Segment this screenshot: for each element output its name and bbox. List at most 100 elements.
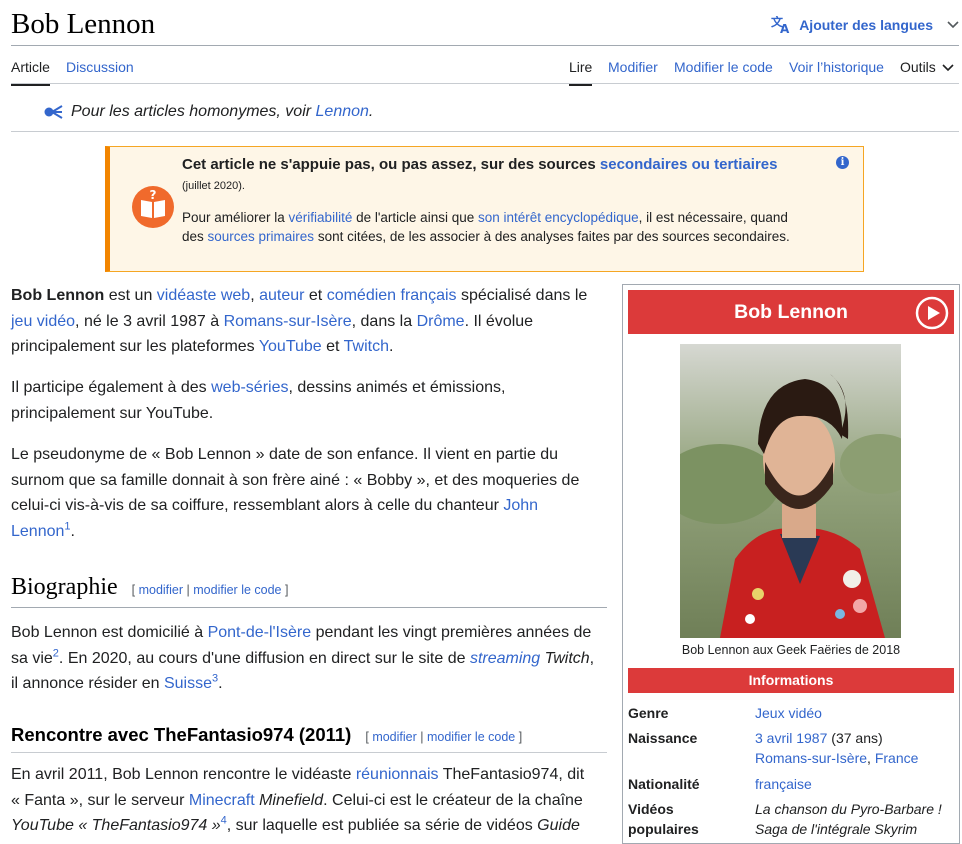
text: , xyxy=(250,287,260,304)
text: Minefield xyxy=(254,791,324,809)
edit-links: [ modifier | modifier le code ] xyxy=(365,730,523,744)
link-romans[interactable]: Romans-sur-Isère xyxy=(224,313,352,330)
svg-text:?: ? xyxy=(150,188,157,202)
intro-paragraph-2: Il participe également à des web-séries,… xyxy=(11,375,596,426)
row-value: La chanson du Pyro-Barbare ! xyxy=(755,801,942,817)
subject-name: Bob Lennon xyxy=(11,287,105,304)
text: , sur laquelle est publiée sa série de v… xyxy=(226,817,538,834)
edit-section-link[interactable]: modifier xyxy=(139,583,183,597)
tab-discussion[interactable]: Discussion xyxy=(66,59,134,75)
tab-edit[interactable]: Modifier xyxy=(608,59,658,75)
biographie-paragraph: Bob Lennon est domicilié à Pont-de-l'Isè… xyxy=(11,620,596,697)
infobox-section-header: Informations xyxy=(628,668,954,693)
row-label: Naissance xyxy=(628,730,698,746)
infobox-title: Bob Lennon xyxy=(628,290,954,334)
link-streaming[interactable]: streaming xyxy=(470,650,540,667)
link-suisse[interactable]: Suisse xyxy=(164,675,212,692)
text: . xyxy=(70,522,75,540)
page-tabs: Article Discussion Lire Modifier Modifie… xyxy=(11,46,959,86)
edit-links: [ modifier | modifier le code ] xyxy=(131,583,289,597)
info-icon[interactable]: i xyxy=(836,156,849,169)
portrait-photo[interactable] xyxy=(680,344,901,638)
text: , né le 3 avril 1987 à xyxy=(75,312,224,330)
section-title: Biographie xyxy=(11,574,118,600)
link-reunionnais[interactable]: réunionnais xyxy=(356,766,439,783)
edit-source-section-link[interactable]: modifier le code xyxy=(427,730,515,744)
text: Il participe également à des xyxy=(11,379,212,396)
separator: , xyxy=(867,750,875,766)
secondary-sources-link[interactable]: secondaires ou tertiaires xyxy=(600,156,778,173)
add-languages-button[interactable]: 文A Ajouter des langues xyxy=(771,16,959,34)
link-youtube[interactable]: YouTube xyxy=(259,338,322,355)
book-question-icon: ? xyxy=(131,185,175,234)
banner-text-4: sont citées, de les associer à des analy… xyxy=(314,228,790,244)
row-value-link[interactable]: française xyxy=(755,776,812,792)
row-label: Vidéos populaires xyxy=(628,801,699,837)
row-label: Genre xyxy=(628,705,669,721)
hatnote-text: Pour les articles homonymes, voir Lennon… xyxy=(71,103,373,121)
intro-paragraph-3: Le pseudonyme de « Bob Lennon » date de … xyxy=(11,442,596,544)
birthplace-link[interactable]: Romans-sur-Isère xyxy=(755,750,867,766)
rencontre-paragraph: En avril 2011, Bob Lennon rencontre le v… xyxy=(11,762,596,839)
text: Twitch xyxy=(540,649,590,667)
tools-menu[interactable]: Outils xyxy=(900,59,954,75)
row-value: Saga de l'intégrale Skyrim xyxy=(755,821,918,837)
text: . En 2020, au cours d'une diffusion en d… xyxy=(58,649,470,667)
banner-text-1: Pour améliorer la xyxy=(182,210,289,225)
hatnote-prefix: Pour les articles homonymes, voir xyxy=(71,103,316,120)
tab-read[interactable]: Lire xyxy=(569,59,593,86)
edit-section-link[interactable]: modifier xyxy=(372,730,416,744)
text: YouTube « TheFantasio974 » xyxy=(11,817,221,834)
sources-warning-banner: ? Cet article ne s'appuie pas, ou pas as… xyxy=(105,146,864,272)
row-label: Nationalité xyxy=(628,776,700,792)
edit-source-section-link[interactable]: modifier le code xyxy=(193,583,281,597)
text: , dans la xyxy=(351,312,417,330)
link-twitch[interactable]: Twitch xyxy=(344,338,389,355)
tab-history[interactable]: Voir l’historique xyxy=(789,59,884,75)
banner-text-2: de l'article ainsi que xyxy=(352,210,478,225)
text: . xyxy=(218,675,223,692)
banner-body: Pour améliorer la vérifiabilité de l'art… xyxy=(182,209,802,246)
tools-label: Outils xyxy=(900,59,936,75)
link-videaste-web[interactable]: vidéaste web xyxy=(157,287,250,304)
link-comedien[interactable]: comédien français xyxy=(327,287,457,304)
hatnote-link[interactable]: Lennon xyxy=(316,103,369,120)
encyclopedic-interest-link[interactable]: son intérêt encyclopédique xyxy=(478,210,639,225)
tab-article[interactable]: Article xyxy=(11,59,50,86)
link-drome[interactable]: Drôme xyxy=(417,313,465,330)
text: En avril 2011, Bob Lennon rencontre le v… xyxy=(11,766,356,783)
birth-date-link[interactable]: 3 avril 1987 xyxy=(755,730,827,746)
disambiguation-icon xyxy=(43,104,65,125)
row-value-link[interactable]: Jeux vidéo xyxy=(755,705,822,721)
link-auteur[interactable]: auteur xyxy=(259,287,304,304)
text: . Celui-ci est le créateur de la chaîne xyxy=(323,791,583,809)
link-jeu-video[interactable]: jeu vidéo xyxy=(11,313,75,330)
text: Le pseudonyme de « Bob Lennon » date de … xyxy=(11,446,580,514)
page-title: Bob Lennon xyxy=(11,8,156,40)
text: et xyxy=(304,287,327,304)
link-minecraft[interactable]: Minecraft xyxy=(189,792,255,809)
translate-icon: 文A xyxy=(771,16,793,34)
text: est un xyxy=(104,287,157,304)
text: et xyxy=(321,338,344,355)
banner-date: (juillet 2020). xyxy=(182,180,245,192)
text: Bob Lennon est domicilié à xyxy=(11,624,208,641)
chevron-down-icon xyxy=(942,59,954,75)
section-heading-rencontre: Rencontre avec TheFantasio974 (2011) [ mo… xyxy=(11,724,607,753)
age-text: (37 ans) xyxy=(827,730,883,746)
svg-text:A: A xyxy=(780,22,790,34)
link-web-series[interactable]: web-séries xyxy=(211,379,288,396)
primary-sources-link[interactable]: sources primaires xyxy=(208,229,315,244)
tab-edit-source[interactable]: Modifier le code xyxy=(674,59,773,75)
infobox: Bob Lennon Bob Lennon aux Geek Faëries d… xyxy=(622,284,960,844)
hatnote: Pour les articles homonymes, voir Lennon… xyxy=(11,96,959,132)
chevron-down-icon xyxy=(947,21,959,29)
banner-heading: Cet article ne s'appuie pas, ou pas asse… xyxy=(182,156,822,173)
link-pont-de-l-isere[interactable]: Pont-de-l'Isère xyxy=(208,624,312,641)
play-icon[interactable] xyxy=(915,296,949,346)
banner-heading-text: Cet article ne s'appuie pas, ou pas asse… xyxy=(182,156,600,173)
country-link[interactable]: France xyxy=(875,750,919,766)
verifiability-link[interactable]: vérifiabilité xyxy=(289,210,353,225)
text: Guide xyxy=(537,817,580,834)
title-bar: Bob Lennon 文A Ajouter des langues xyxy=(11,0,959,46)
